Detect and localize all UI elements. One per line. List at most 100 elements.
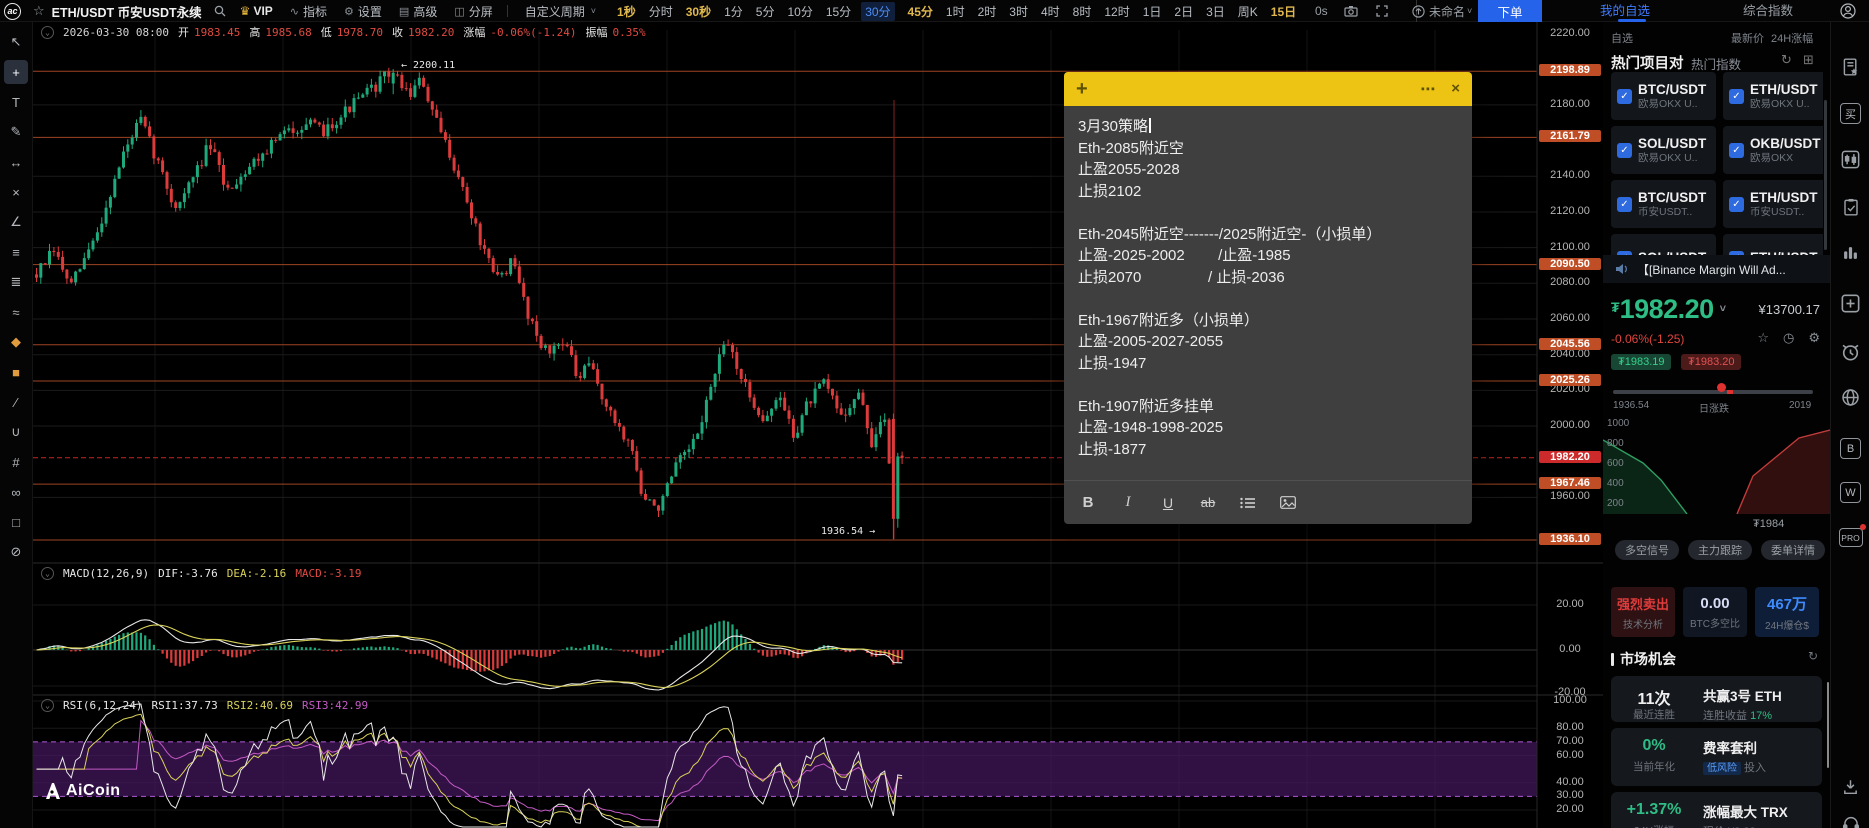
add-pair-icon[interactable]: ⊞ — [1803, 52, 1814, 68]
timeframe-15分[interactable]: 15分 — [826, 3, 851, 20]
timeframe-2日[interactable]: 2日 — [1174, 3, 1193, 20]
timeframe-1时[interactable]: 1时 — [946, 3, 965, 20]
custom-period-button[interactable]: 自定义周期 ˅ — [525, 3, 596, 20]
timeframe-10分[interactable]: 10分 — [787, 3, 812, 20]
add-box-icon[interactable] — [1831, 294, 1869, 313]
eraser-tool[interactable]: ⊘ — [4, 540, 28, 564]
cross-line-tool[interactable]: × — [4, 180, 28, 204]
timeframe-15日[interactable]: 15日 — [1271, 3, 1296, 20]
favorite-star-icon[interactable]: ☆ — [33, 3, 45, 19]
collapse-icon[interactable]: ⌄ — [41, 567, 54, 580]
angle-tool[interactable]: ∠ — [4, 210, 28, 234]
fullscreen-icon[interactable] — [1376, 0, 1388, 22]
checkbox-icon[interactable]: ✓ — [1729, 88, 1744, 104]
avatar-icon[interactable] — [1840, 0, 1856, 22]
vip-button[interactable]: ♛ VIP — [240, 4, 273, 18]
link-tool[interactable]: ∞ — [4, 480, 28, 504]
timeframe-45分[interactable]: 45分 — [908, 3, 933, 20]
sticker-tool[interactable]: ■ — [4, 360, 28, 384]
pair-card[interactable]: ✓ ETH/USDT 币安USDT.. — [1723, 180, 1823, 228]
magnet-tool[interactable]: ∪ — [4, 420, 28, 444]
sidebar-scrollbar[interactable] — [1827, 682, 1829, 768]
download-icon[interactable] — [1831, 778, 1869, 795]
pencil-tool[interactable]: ✎ — [4, 120, 28, 144]
strikethrough-icon[interactable]: ab — [1194, 490, 1222, 516]
settings-icon[interactable]: ⚙ — [1808, 330, 1820, 346]
note-body[interactable]: 3月30策略 Eth-2085附近空 止盈2055-2028 止损2102 Eth-20… — [1064, 106, 1472, 480]
timeframe-周K[interactable]: 周K — [1238, 3, 1258, 20]
timeframe-4时[interactable]: 4时 — [1041, 3, 1060, 20]
fibonacci-tool[interactable]: ≣ — [4, 270, 28, 294]
menu-设置[interactable]: ⚙ 设置 — [344, 3, 382, 20]
ticker-price[interactable]: ₮1982.20 ˅ — [1611, 294, 1726, 325]
order-button[interactable]: 下单 — [1478, 0, 1542, 22]
pair-card[interactable]: ✓ OKB/USDT 欧易OKX — [1723, 126, 1823, 174]
stat-card[interactable]: 467万 24H爆仓$ — [1755, 587, 1819, 637]
menu-高级[interactable]: ▤ 高级 — [399, 3, 437, 20]
col-24h-change[interactable]: 24H涨幅 — [1771, 30, 1813, 46]
alert-icon[interactable]: ◷ — [1783, 330, 1794, 346]
refresh-icon[interactable]: ↻ — [1808, 649, 1818, 663]
timeframe-3日[interactable]: 3日 — [1206, 3, 1225, 20]
timeframe-30秒[interactable]: 30秒 — [686, 3, 711, 20]
button-委单详情[interactable]: 委单详情 — [1761, 540, 1825, 560]
pair-card[interactable]: ✓ ETH/USDT 欧易OKX U.. — [1723, 72, 1823, 120]
pair-card[interactable]: ✓ETH/USDT — [1723, 234, 1823, 255]
collapse-icon[interactable]: ⌄ — [41, 25, 54, 39]
col-last-price[interactable]: 最新价 — [1731, 30, 1764, 46]
note-close-icon[interactable]: × — [1451, 80, 1460, 98]
note-more-icon[interactable]: ⋯ — [1420, 80, 1435, 98]
timeframe-5分[interactable]: 5分 — [756, 3, 775, 20]
note-add-icon[interactable]: + — [1076, 79, 1088, 99]
hot-pairs-title[interactable]: 热门项目对 — [1611, 52, 1684, 73]
volume-icon[interactable] — [1831, 245, 1869, 260]
checkbox-icon[interactable]: ✓ — [1617, 88, 1632, 104]
checkbox-icon[interactable]: ✓ — [1729, 142, 1744, 158]
italic-icon[interactable]: I — [1114, 490, 1142, 516]
kline-icon[interactable] — [1831, 150, 1869, 169]
announcement-bar[interactable]: 【[Binance Margin Will Ad... — [1603, 255, 1830, 283]
collapse-icon[interactable]: ⌄ — [41, 699, 54, 712]
timeframe-2时[interactable]: 2时 — [978, 3, 997, 20]
day-range-slider[interactable] — [1613, 390, 1813, 394]
opportunity-card[interactable]: +1.37% 24H涨幅 涨幅最大 TRX 现价 ¥2.22 — [1611, 792, 1822, 828]
crosshair-tool[interactable]: + — [4, 60, 28, 84]
snapshot-tool[interactable]: □ — [4, 510, 28, 534]
hot-index-tab[interactable]: 热门指数 — [1691, 54, 1741, 73]
grid-tool[interactable]: # — [4, 450, 28, 474]
checkbox-icon[interactable]: ✓ — [1617, 142, 1632, 158]
bold-icon[interactable]: B — [1074, 490, 1102, 516]
stat-card[interactable]: 0.00 BTC多空比 — [1683, 587, 1747, 637]
opportunity-card[interactable]: 0% 当前年化 费率套利 低风险 投入 — [1611, 728, 1822, 786]
menu-指标[interactable]: ∿ 指标 — [290, 3, 327, 20]
pair-card[interactable]: ✓SOL/USDT — [1611, 234, 1716, 255]
timeframe-30分[interactable]: 30分 — [861, 1, 895, 21]
underline-icon[interactable]: U — [1154, 490, 1182, 516]
checkbox-icon[interactable]: ✓ — [1617, 196, 1632, 212]
pairs-scrollbar[interactable] — [1824, 100, 1827, 250]
alarm-icon[interactable] — [1831, 342, 1869, 361]
opportunity-card[interactable]: 11次 最近连胜 共赢3号 ETH 连胜收益 17% — [1611, 676, 1822, 722]
pair-card[interactable]: ✓ SOL/USDT 欧易OKX U.. — [1611, 126, 1716, 174]
timeframe-12时[interactable]: 12时 — [1104, 3, 1129, 20]
support-icon[interactable] — [1831, 814, 1869, 828]
pair-card[interactable]: ✓ BTC/USDT 币安USDT.. — [1611, 180, 1716, 228]
watchlist-edit-icon[interactable] — [1831, 58, 1869, 76]
pro-icon[interactable]: PRO — [1831, 528, 1869, 547]
buy-icon[interactable]: 买 — [1831, 103, 1869, 124]
search-icon[interactable] — [214, 5, 226, 17]
screenshot-icon[interactable] — [1344, 0, 1358, 22]
cursor-tool[interactable]: ↖ — [4, 30, 28, 54]
layout-select[interactable]: 未命名 ˅ — [1412, 0, 1472, 22]
orders-icon[interactable] — [1831, 198, 1869, 216]
binance-icon[interactable]: B — [1831, 438, 1869, 459]
ruler-tool[interactable]: ∕ — [4, 390, 28, 414]
button-多空信号[interactable]: 多空信号 — [1615, 540, 1679, 560]
button-主力跟踪[interactable]: 主力跟踪 — [1688, 540, 1752, 560]
timeframe-1日[interactable]: 1日 — [1143, 3, 1162, 20]
w-icon[interactable]: W — [1831, 482, 1869, 503]
checkbox-icon[interactable]: ✓ — [1729, 196, 1744, 212]
timeframe-1分[interactable]: 1分 — [724, 3, 743, 20]
image-icon[interactable] — [1274, 490, 1302, 516]
symbol-title[interactable]: ETH/USDT 币安USDT永续 — [52, 2, 202, 21]
